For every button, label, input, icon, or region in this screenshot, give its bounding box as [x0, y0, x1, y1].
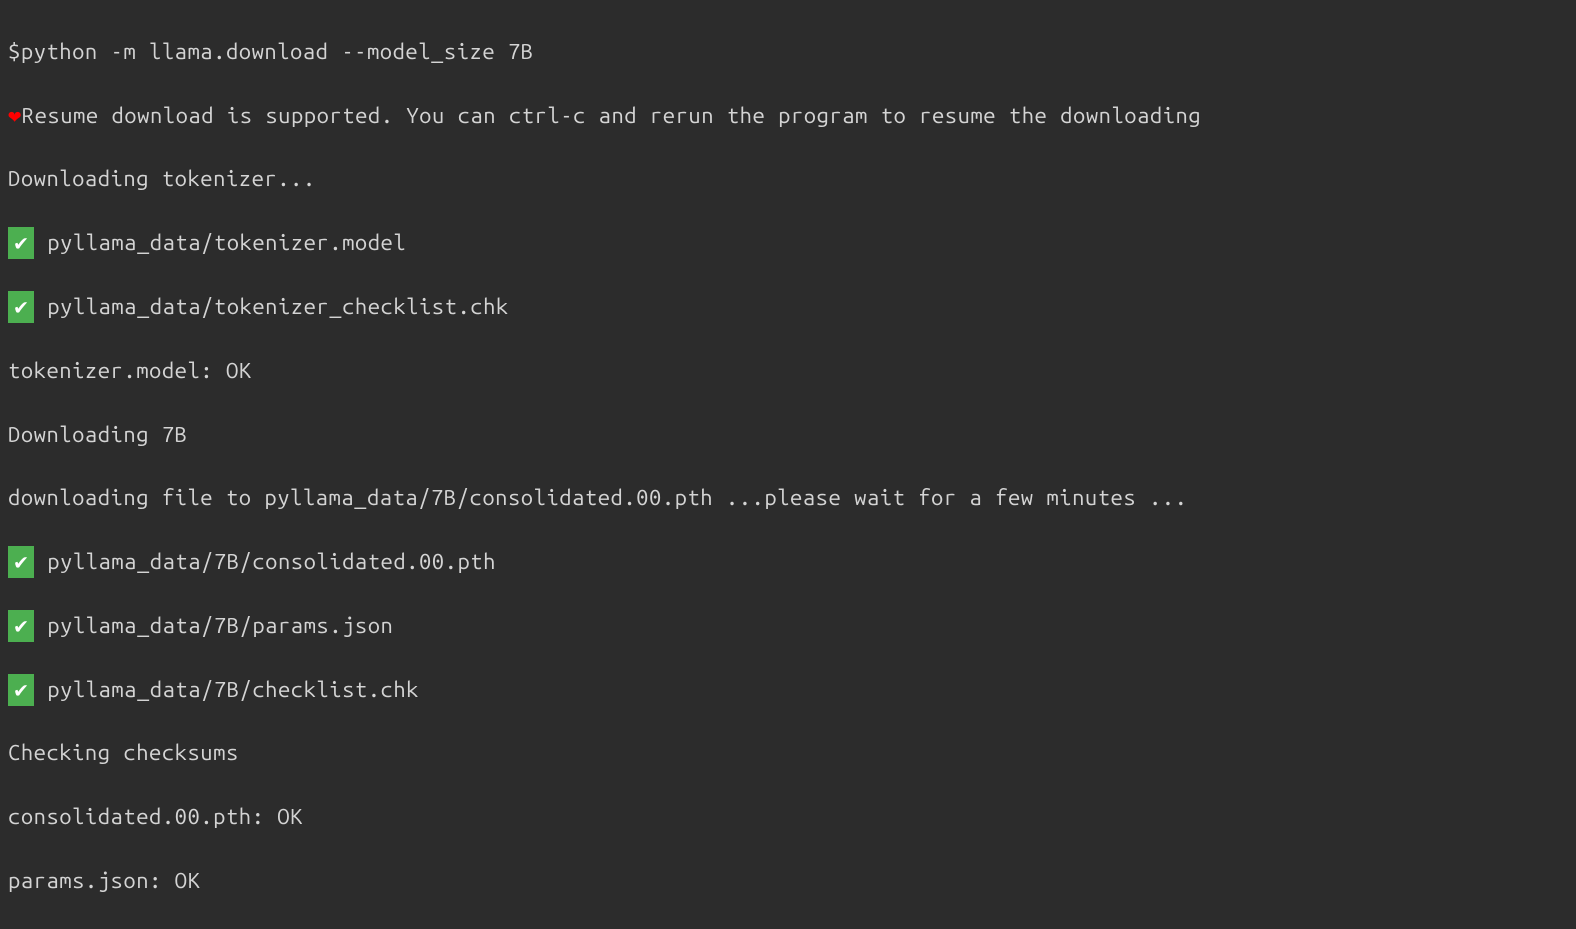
terminal-text: pyllama_data/tokenizer_checklist.chk [34, 294, 508, 319]
terminal-text: Downloading tokenizer... [8, 166, 316, 191]
terminal-text: tokenizer.model: OK [8, 358, 252, 383]
output-line: downloading file to pyllama_data/7B/cons… [8, 482, 1568, 514]
output-line: Checking checksums [8, 737, 1568, 769]
output-line: tokenizer.model: OK [8, 355, 1568, 387]
output-line: ❤Resume download is supported. You can c… [8, 100, 1568, 132]
output-line: Downloading tokenizer... [8, 163, 1568, 195]
check-icon [8, 674, 34, 706]
terminal-output: $python -m llama.download --model_size 7… [8, 4, 1568, 929]
output-line: pyllama_data/7B/checklist.chk [8, 674, 1568, 706]
terminal-text: pyllama_data/tokenizer.model [34, 230, 406, 255]
terminal-text: Downloading 7B [8, 422, 187, 447]
check-icon [8, 227, 34, 259]
output-line: pyllama_data/tokenizer.model [8, 227, 1568, 259]
output-line: pyllama_data/tokenizer_checklist.chk [8, 291, 1568, 323]
output-line: pyllama_data/7B/consolidated.00.pth [8, 546, 1568, 578]
output-line: Downloading 7B [8, 419, 1568, 451]
terminal-text: pyllama_data/7B/checklist.chk [34, 677, 419, 702]
terminal-text: pyllama_data/7B/params.json [34, 613, 393, 638]
terminal-text: Resume download is supported. You can ct… [22, 103, 1201, 128]
command-line: $python -m llama.download --model_size 7… [8, 36, 1568, 68]
terminal-text: downloading file to pyllama_data/7B/cons… [8, 485, 1187, 510]
output-line: consolidated.00.pth: OK [8, 801, 1568, 833]
terminal-text: pyllama_data/7B/consolidated.00.pth [34, 549, 496, 574]
heart-icon: ❤ [8, 100, 22, 132]
check-icon [8, 291, 34, 323]
terminal-text: $python -m llama.download --model_size 7… [8, 39, 534, 64]
check-icon [8, 610, 34, 642]
terminal-text: Checking checksums [8, 740, 239, 765]
check-icon [8, 546, 34, 578]
terminal-text: params.json: OK [8, 868, 200, 893]
terminal-text: consolidated.00.pth: OK [8, 804, 303, 829]
output-line: pyllama_data/7B/params.json [8, 610, 1568, 642]
output-line: params.json: OK [8, 865, 1568, 897]
